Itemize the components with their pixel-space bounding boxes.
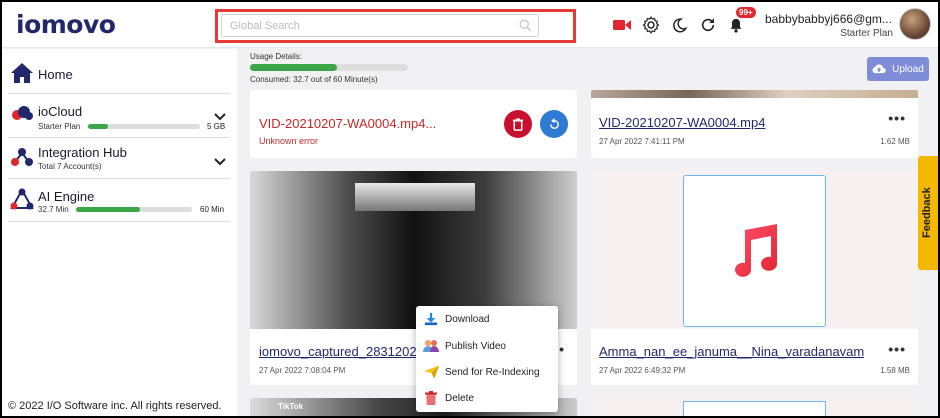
card-size: 1.58 MB xyxy=(880,366,910,375)
audio-thumbnail[interactable] xyxy=(683,175,826,327)
usage-consumed: Consumed: 32.7 out of 60 Minute(s) xyxy=(250,75,378,84)
notification-badge: 99+ xyxy=(736,7,756,18)
iocloud-plan: Starter Plan xyxy=(38,122,81,131)
sidebar-item-iocloud[interactable]: ioCloud Starter Plan 5 GB xyxy=(8,95,230,138)
sidebar-item-home[interactable]: Home xyxy=(8,49,230,94)
logo-text: iomovo xyxy=(16,9,116,39)
card-error-status: Unknown error xyxy=(259,136,319,146)
storage-progress-bar xyxy=(88,124,200,129)
card-size: 1.62 MB xyxy=(880,137,910,146)
moon-icon[interactable] xyxy=(669,15,689,35)
sidebar-item-ai-engine[interactable]: AI Engine 32.7 Min 60 Min xyxy=(8,180,230,222)
media-card[interactable]: VID-20210207-WA0004.mp4 27 Apr 2022 7:41… xyxy=(591,90,918,158)
menu-item-label: Send for Re-Indexing xyxy=(445,366,540,378)
feedback-label: Feedback xyxy=(921,187,933,238)
more-options-icon[interactable]: ••• xyxy=(888,110,906,126)
copyright-footer: © 2022 I/O Software inc. All rights rese… xyxy=(8,400,222,412)
more-options-icon[interactable]: ••• xyxy=(888,341,906,357)
ai-minutes-total: 60 Min xyxy=(200,205,225,214)
card-title[interactable]: VID-20210207-WA0004.mp4... xyxy=(259,116,449,131)
sidebar-item-label: ioCloud xyxy=(38,104,83,119)
delete-button[interactable] xyxy=(504,110,532,138)
user-email[interactable]: babbybabbyj666@gm... xyxy=(765,12,892,26)
upload-label: Upload xyxy=(892,63,924,75)
cloud-icon xyxy=(10,104,34,127)
home-icon xyxy=(10,62,34,89)
app-window: iomovo 99+ babbybabbyj666@gm... Starter … xyxy=(2,2,938,416)
sidebar-item-label: Home xyxy=(38,67,73,82)
menu-item-label: Download xyxy=(445,313,490,325)
send-icon xyxy=(423,364,439,380)
music-note-icon xyxy=(735,224,777,277)
menu-item-publish[interactable]: Publish Video xyxy=(416,333,558,359)
tiktok-watermark: TikTok xyxy=(278,402,304,411)
ai-minutes-progress-bar xyxy=(76,207,192,212)
refresh-icon[interactable] xyxy=(698,15,718,35)
sidebar-item-label: AI Engine xyxy=(38,189,95,204)
card-date: 27 Apr 2022 7:41:11 PM xyxy=(599,137,685,146)
card-title[interactable]: Amma_nan_ee_januma__Nina_varadanavam... xyxy=(599,344,864,359)
media-card[interactable]: Amma_nan_ee_januma__Nina_varadanavam... … xyxy=(591,171,918,385)
avatar[interactable] xyxy=(899,8,931,40)
search-input[interactable] xyxy=(222,15,512,36)
publish-icon xyxy=(423,338,439,354)
upload-button[interactable]: Upload xyxy=(867,57,929,81)
gear-icon[interactable] xyxy=(641,15,661,35)
context-menu: Download Publish Video Send for Re-Index… xyxy=(416,306,558,412)
usage-label: Usage Details: xyxy=(250,52,303,61)
chevron-down-icon[interactable] xyxy=(214,153,226,171)
download-icon xyxy=(423,311,439,327)
trash-icon xyxy=(423,390,439,406)
audio-thumbnail[interactable] xyxy=(683,401,826,416)
card-title[interactable]: VID-20210207-WA0004.mp4 xyxy=(599,115,859,130)
card-title[interactable]: iomovo_captured_2831202 xyxy=(259,344,417,359)
ai-minutes-used: 32.7 Min xyxy=(38,205,69,214)
video-camera-icon[interactable] xyxy=(612,15,632,35)
global-search[interactable] xyxy=(221,14,539,37)
card-date: 27 Apr 2022 7:08:04 PM xyxy=(259,366,346,375)
media-card-error[interactable]: VID-20210207-WA0004.mp4... Unknown error xyxy=(250,90,577,158)
sidebar-item-integration-hub[interactable]: Integration Hub Total 7 Account(s) xyxy=(8,139,230,179)
trash-icon xyxy=(512,117,524,131)
bell-icon[interactable] xyxy=(726,15,746,35)
menu-item-delete[interactable]: Delete xyxy=(416,385,558,411)
audio-thumbnail-area xyxy=(591,171,918,329)
search-icon[interactable] xyxy=(519,19,532,37)
feedback-tab[interactable]: Feedback xyxy=(918,156,938,270)
iomovo-logo[interactable]: iomovo xyxy=(16,9,116,39)
ai-engine-icon xyxy=(10,187,34,215)
cloud-upload-icon xyxy=(872,64,886,74)
menu-item-label: Publish Video xyxy=(445,340,506,352)
video-thumbnail[interactable] xyxy=(591,90,918,98)
top-header: iomovo 99+ babbybabbyj666@gm... Starter … xyxy=(2,2,938,48)
sidebar-item-label: Integration Hub xyxy=(38,145,127,160)
chevron-down-icon[interactable] xyxy=(214,108,226,126)
usage-progress-bar xyxy=(250,64,408,71)
integration-accounts: Total 7 Account(s) xyxy=(38,162,102,171)
retry-icon xyxy=(549,117,559,129)
card-date: 27 Apr 2022 6:49:32 PM xyxy=(599,366,686,375)
menu-item-label: Delete xyxy=(445,392,474,404)
media-card-partial[interactable] xyxy=(591,398,918,416)
retry-button[interactable] xyxy=(540,110,568,138)
menu-item-download[interactable]: Download xyxy=(416,306,558,332)
screen-capture-preview xyxy=(355,183,475,211)
sidebar: Home ioCloud Starter Plan 5 GB Integrati… xyxy=(2,49,237,416)
menu-item-reindex[interactable]: Send for Re-Indexing xyxy=(416,359,558,385)
user-plan: Starter Plan xyxy=(840,28,893,39)
integration-icon xyxy=(10,147,34,172)
